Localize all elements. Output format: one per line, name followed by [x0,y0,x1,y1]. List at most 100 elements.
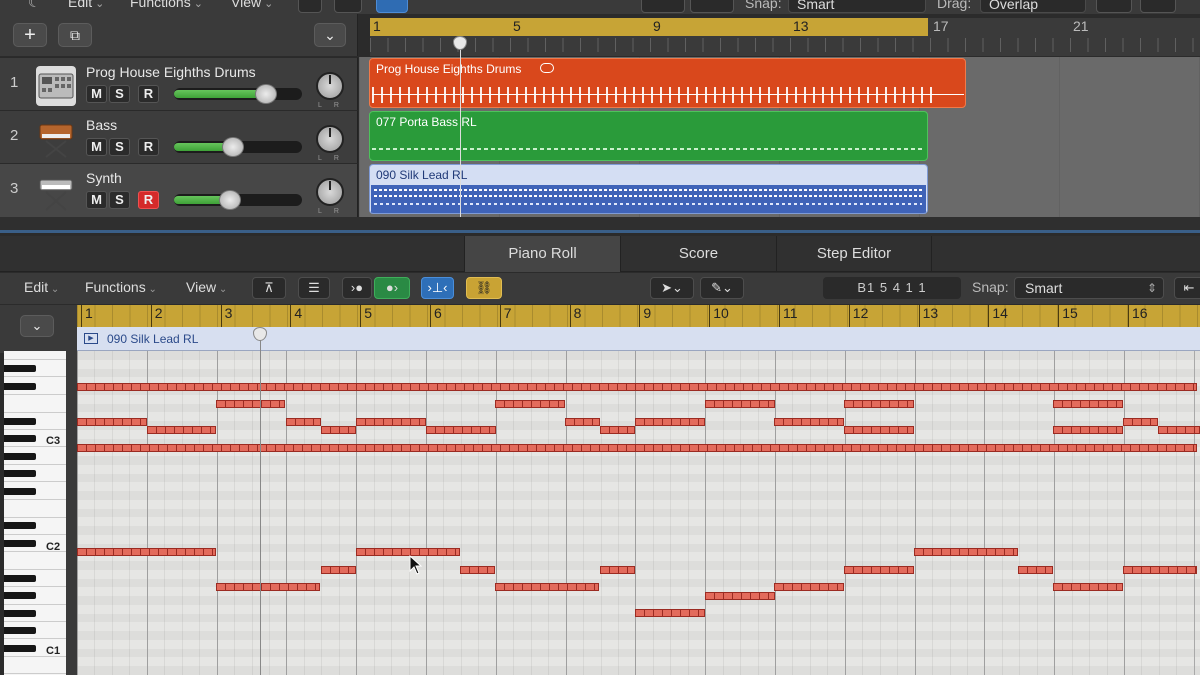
edit-menu[interactable]: Edit [68,0,104,10]
mute-button[interactable]: M [86,191,107,209]
record-enable-button[interactable]: R [138,191,159,209]
collapse-icon[interactable]: ⊼ [252,277,286,299]
tab-piano-roll[interactable]: Piano Roll [464,236,620,272]
track-name[interactable]: Bass [86,117,117,133]
midi-note[interactable] [77,444,1197,452]
volume-slider[interactable] [174,84,302,104]
snap-select[interactable]: Smart [1014,277,1164,299]
midi-note[interactable] [1053,400,1123,408]
pan-knob[interactable] [316,178,344,206]
pan-knob[interactable] [316,125,344,153]
solo-button[interactable]: S [109,85,130,103]
midi-note[interactable] [147,426,216,434]
black-key[interactable] [4,365,36,372]
midi-note[interactable] [635,609,705,617]
mute-button[interactable]: M [86,138,107,156]
record-enable-button[interactable]: R [138,138,159,156]
midi-note[interactable] [1123,418,1158,426]
midi-note[interactable] [1053,583,1123,591]
midi-note[interactable] [600,566,635,574]
midi-out-icon[interactable]: ●› [374,277,410,299]
region-header-strip[interactable]: ▶ 090 Silk Lead RL [77,327,1200,351]
waveform-zoom-icon[interactable] [1096,0,1132,13]
note-grid[interactable] [77,351,1200,675]
volume-knob[interactable] [219,190,241,210]
midi-note[interactable] [216,583,320,591]
pointer-tool-icon[interactable] [641,0,685,13]
track-row-2[interactable]: 2 Bass M S R LR [0,110,358,163]
region-synth[interactable]: 090 Silk Lead RL [369,164,928,214]
region-bass[interactable]: 077 Porta Bass RL [369,111,928,161]
catch-icon[interactable] [334,0,362,13]
midi-note[interactable] [77,548,216,556]
pencil-tool-icon[interactable]: ✎⌄ [700,277,744,299]
midi-note[interactable] [705,400,775,408]
functions-menu[interactable]: Functions [85,279,157,295]
midi-note[interactable] [1158,426,1200,434]
black-key[interactable] [4,383,36,390]
pointer-tool-icon[interactable]: ➤⌄ [650,277,694,299]
drag-select[interactable]: Overlap [980,0,1086,13]
midi-note[interactable] [356,418,426,426]
track-name[interactable]: Prog House Eighths Drums [86,64,256,80]
track-row-3[interactable]: 3 Synth M S R LR [0,163,358,217]
black-key[interactable] [4,470,36,477]
snap-select[interactable]: Smart [788,0,926,13]
solo-button[interactable]: S [109,191,130,209]
region-play-icon[interactable]: ▶ [84,333,98,344]
midi-note[interactable] [774,418,844,426]
volume-knob[interactable] [255,84,277,104]
duplicate-track-button[interactable]: ⧉ [58,23,92,47]
midi-note[interactable] [77,383,1197,391]
midi-in-icon[interactable]: ›● [342,277,372,299]
midi-note[interactable] [705,592,775,600]
functions-menu[interactable]: Functions [130,0,203,10]
piano-keyboard[interactable]: C3 C2 C1 [4,351,66,675]
list-icon[interactable]: ☰ [298,277,330,299]
black-key[interactable] [4,435,36,442]
black-key[interactable] [4,627,36,634]
midi-note[interactable] [460,566,495,574]
volume-slider[interactable] [174,190,302,210]
black-key[interactable] [4,592,36,599]
record-enable-button[interactable]: R [138,85,159,103]
track-row-1[interactable]: 1 Prog House Eighths Drums M S R LR [0,57,358,110]
track-name[interactable]: Synth [86,170,122,186]
black-key[interactable] [4,610,36,617]
midi-note[interactable] [356,548,460,556]
midi-note[interactable] [844,426,914,434]
zoom-fit-icon[interactable]: ⇤ [1174,277,1200,299]
local-inspector-button[interactable]: ⌄ [20,315,54,337]
midi-note[interactable] [286,418,321,426]
split-view-icon[interactable] [376,0,408,13]
midi-note[interactable] [321,426,356,434]
midi-note[interactable] [1018,566,1053,574]
pencil-tool-icon[interactable] [690,0,734,13]
midi-note[interactable] [565,418,600,426]
pan-knob[interactable] [316,72,344,100]
midi-note[interactable] [321,566,356,574]
black-key[interactable] [4,418,36,425]
view-menu[interactable]: View [186,279,227,295]
black-key[interactable] [4,645,36,652]
catch-playhead-icon[interactable]: ›⊥‹ [421,277,454,299]
midi-note[interactable] [1053,426,1123,434]
black-key[interactable] [4,522,36,529]
region-drums[interactable]: Prog House Eighths Drums [369,58,966,108]
midi-note[interactable] [495,400,565,408]
midi-note[interactable] [844,400,914,408]
volume-knob[interactable] [222,137,244,157]
volume-slider[interactable] [174,137,302,157]
global-tracks-button[interactable]: ⌄ [314,23,346,47]
download-icon[interactable] [1140,0,1176,13]
view-menu[interactable]: View [231,0,273,10]
tab-score[interactable]: Score [620,236,776,272]
solo-button[interactable]: S [109,138,130,156]
undo-icon[interactable]: ☾ [28,0,41,11]
mute-button[interactable]: M [86,85,107,103]
midi-note[interactable] [216,400,285,408]
editor-playhead[interactable] [260,338,261,675]
black-key[interactable] [4,453,36,460]
link-icon[interactable]: ⛓ [466,277,502,299]
midi-note[interactable] [77,418,147,426]
